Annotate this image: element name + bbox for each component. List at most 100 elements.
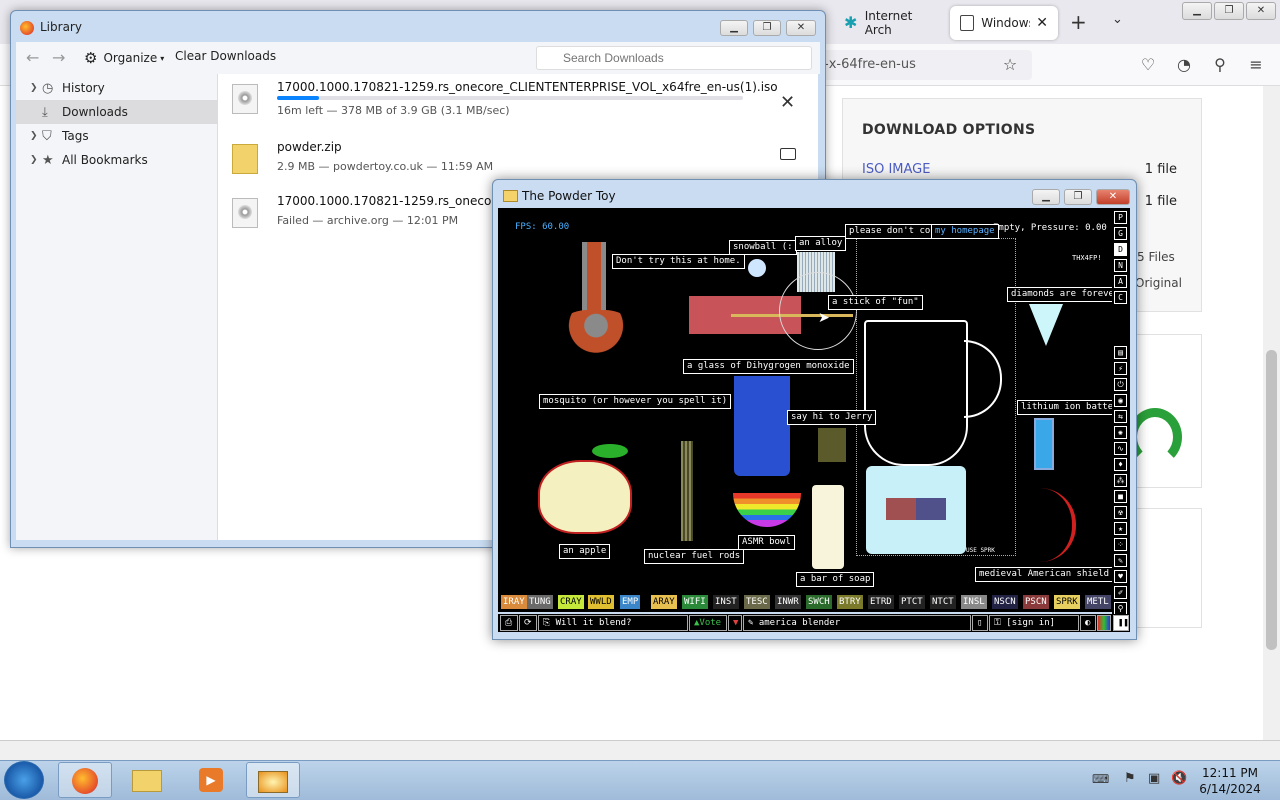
- vote-down-button[interactable]: ▼: [728, 615, 742, 631]
- pt-close-button[interactable]: ✕: [1096, 189, 1130, 205]
- category-radioactive-icon[interactable]: ☢: [1114, 506, 1127, 519]
- element-button-pscn[interactable]: PSCN: [1023, 595, 1049, 609]
- start-button[interactable]: [4, 761, 44, 799]
- download-option-row[interactable]: ISO IMAGE 1 file: [862, 162, 1177, 177]
- category-favorites-icon[interactable]: ♥: [1114, 570, 1127, 583]
- search-downloads-input[interactable]: [536, 46, 812, 70]
- new-tab-button[interactable]: +: [1070, 10, 1087, 34]
- open-save-icon[interactable]: ⎙: [500, 615, 518, 631]
- category-powders-icon[interactable]: ⁂: [1114, 474, 1127, 487]
- category-decoration-icon[interactable]: ✐: [1114, 586, 1127, 599]
- expand-icon[interactable]: ❯: [30, 131, 42, 141]
- minimize-button[interactable]: ▁: [1182, 2, 1212, 20]
- element-button-insl[interactable]: INSL: [961, 595, 987, 609]
- clear-downloads-button[interactable]: Clear Downloads: [175, 49, 276, 63]
- taskbar-explorer-button[interactable]: [120, 762, 174, 798]
- element-button-wifi[interactable]: WIFI: [682, 595, 708, 609]
- expand-icon[interactable]: ❯: [30, 83, 42, 93]
- tab-windows[interactable]: Windows 1 ✕: [950, 6, 1058, 40]
- back-icon[interactable]: ←: [26, 48, 39, 67]
- cancel-download-icon[interactable]: ✕: [780, 92, 795, 113]
- tool-button[interactable]: C: [1114, 291, 1127, 304]
- new-simulation-icon[interactable]: ▯: [972, 615, 988, 631]
- network-icon[interactable]: ▣: [1148, 771, 1160, 786]
- element-button-inst[interactable]: INST: [713, 595, 739, 609]
- scrollbar-thumb[interactable]: [1266, 350, 1277, 650]
- element-button-btry[interactable]: BTRY: [837, 595, 863, 609]
- settings-icon[interactable]: ◐: [1080, 615, 1096, 631]
- element-button-iray[interactable]: IRAY: [501, 595, 527, 609]
- element-button-emp[interactable]: EMP: [620, 595, 641, 609]
- element-button-nscn[interactable]: NSCN: [992, 595, 1018, 609]
- library-minimize-button[interactable]: ▁: [720, 20, 748, 36]
- element-button-tesc[interactable]: TESC: [744, 595, 770, 609]
- pt-maximize-button[interactable]: ❐: [1064, 189, 1092, 205]
- library-close-button[interactable]: ✕: [786, 20, 816, 36]
- library-maximize-button[interactable]: ❐: [753, 20, 781, 36]
- taskbar-media-player-button[interactable]: ▶: [184, 762, 238, 798]
- organize-menu[interactable]: ⚙ Organize ▾: [84, 49, 164, 67]
- category-solids-icon[interactable]: ■: [1114, 490, 1127, 503]
- close-tab-icon[interactable]: ✕: [1036, 15, 1048, 31]
- sidebar-item-history[interactable]: ❯ ◷ History: [16, 76, 218, 100]
- forward-icon[interactable]: →: [52, 48, 65, 67]
- pause-button[interactable]: ❚❚: [1113, 615, 1129, 631]
- category-liquids-icon[interactable]: ♦: [1114, 458, 1127, 471]
- category-force-icon[interactable]: ⇆: [1114, 410, 1127, 423]
- element-button-etrd[interactable]: ETRD: [868, 595, 894, 609]
- category-explosives-icon[interactable]: ✺: [1114, 426, 1127, 439]
- tool-button[interactable]: P: [1114, 211, 1127, 224]
- action-center-flag-icon[interactable]: ⚑: [1124, 771, 1136, 786]
- element-button-cray[interactable]: CRAY: [558, 595, 584, 609]
- download-item[interactable]: 17000.1000.170821-1259.rs_onecore_CLIENT…: [232, 78, 812, 130]
- element-button-wwld[interactable]: WWLD: [588, 595, 614, 609]
- element-button-swch[interactable]: SWCH: [806, 595, 832, 609]
- category-powered-icon[interactable]: ⏻: [1114, 378, 1127, 391]
- element-button-sprk[interactable]: SPRK: [1054, 595, 1080, 609]
- expand-icon[interactable]: ❯: [30, 155, 42, 165]
- maximize-button[interactable]: ❐: [1214, 2, 1244, 20]
- category-tools-icon[interactable]: ✎: [1114, 554, 1127, 567]
- volume-muted-icon[interactable]: 🔇: [1171, 771, 1187, 786]
- sign-in-button[interactable]: ⚿ [sign in]: [989, 615, 1079, 631]
- menu-icon[interactable]: ≡: [1245, 54, 1267, 76]
- taskbar-powder-toy-button[interactable]: [246, 762, 300, 798]
- taskbar-clock[interactable]: 12:11 PM 6/14/2024: [1190, 765, 1270, 797]
- download-option-link[interactable]: ISO IMAGE: [862, 162, 930, 177]
- sidebar-item-downloads[interactable]: ⤓ Downloads: [16, 100, 218, 124]
- category-gases-icon[interactable]: ∿: [1114, 442, 1127, 455]
- files-text[interactable]: 5 Files: [1137, 250, 1175, 264]
- tags-field[interactable]: ✎ america blender: [743, 615, 971, 631]
- save-name-field[interactable]: ⎘ Will it blend?: [538, 615, 688, 631]
- sidebar-item-all-bookmarks[interactable]: ❯ ★ All Bookmarks: [16, 148, 218, 172]
- category-special-icon[interactable]: ★: [1114, 522, 1127, 535]
- homepage-link[interactable]: my homepage: [931, 224, 999, 239]
- tool-button[interactable]: A: [1114, 275, 1127, 288]
- display-mode-icon[interactable]: [1097, 615, 1111, 631]
- original-text[interactable]: Original: [1135, 276, 1182, 290]
- element-button-tung[interactable]: TUNG: [527, 595, 553, 609]
- extensions-icon[interactable]: ⚲: [1209, 54, 1231, 76]
- open-folder-icon[interactable]: [780, 148, 796, 160]
- taskbar-firefox-button[interactable]: [58, 762, 112, 798]
- element-button-ptct[interactable]: PTCT: [899, 595, 925, 609]
- element-button-aray[interactable]: ARAY: [651, 595, 677, 609]
- category-walls-icon[interactable]: ▤: [1114, 346, 1127, 359]
- sidebar-item-tags[interactable]: ❯ ⛉ Tags: [16, 124, 218, 148]
- category-electronics-icon[interactable]: ⚡: [1114, 362, 1127, 375]
- account-icon[interactable]: ◔: [1173, 54, 1195, 76]
- category-sensors-icon[interactable]: ◉: [1114, 394, 1127, 407]
- element-button-ntct[interactable]: NTCT: [930, 595, 956, 609]
- bookmark-star-icon[interactable]: ☆: [999, 54, 1021, 76]
- reload-icon[interactable]: ⟳: [519, 615, 537, 631]
- vote-up-button[interactable]: ▲Vote: [689, 615, 727, 631]
- tool-button[interactable]: D: [1114, 243, 1127, 256]
- close-button[interactable]: ✕: [1246, 2, 1276, 20]
- keyboard-icon[interactable]: ⌨: [1092, 772, 1109, 786]
- element-button-metl[interactable]: METL: [1085, 595, 1111, 609]
- list-tabs-icon[interactable]: ⌄: [1112, 12, 1123, 27]
- element-button-inwr[interactable]: INWR: [775, 595, 801, 609]
- tool-button[interactable]: G: [1114, 227, 1127, 240]
- pocket-icon[interactable]: ♡: [1137, 54, 1159, 76]
- tool-button[interactable]: N: [1114, 259, 1127, 272]
